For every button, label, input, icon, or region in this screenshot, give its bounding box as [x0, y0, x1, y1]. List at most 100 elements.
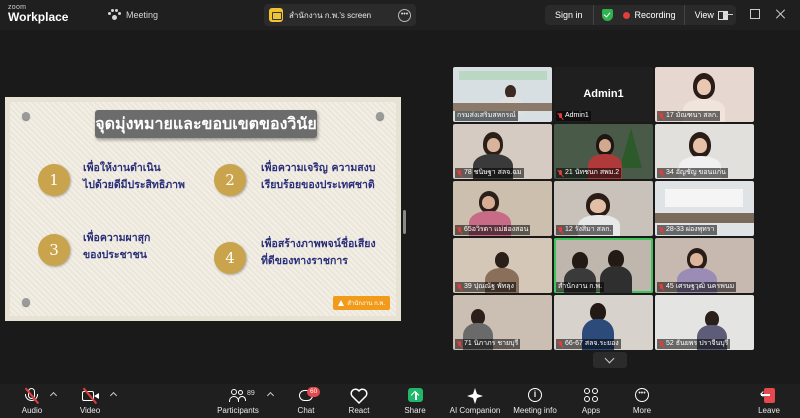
- participant-name: 39 ปุณณัฐ พัทลุง: [455, 282, 516, 292]
- video-tile[interactable]: 12 รังสิมา สลก.: [554, 181, 653, 236]
- participant-name: 21 นัทชนก สพม.2: [556, 168, 622, 178]
- maximize-icon[interactable]: [750, 9, 760, 19]
- more-options-icon[interactable]: •••: [398, 8, 411, 22]
- participant-name: 78 ชนิษฐา สลจ.ฉม: [455, 168, 524, 178]
- chat-label: Chat: [297, 406, 315, 415]
- participant-name: กรมส่งเสริมสหกรณ์: [455, 111, 518, 121]
- title-bar: zoom Workplace Meeting สำนักงาน ก.พ.'s s…: [0, 0, 800, 30]
- react-button[interactable]: React: [329, 387, 389, 415]
- pin-icon: [22, 112, 30, 120]
- participants-count: 89: [247, 390, 255, 397]
- audio-label: Audio: [21, 406, 43, 415]
- video-tile[interactable]: 52 ธันยพร ปราจีนบุรี: [655, 295, 754, 350]
- muted-mic-icon: [558, 340, 563, 348]
- participant-name: Admin1: [556, 111, 591, 121]
- video-tile[interactable]: กรมส่งเสริมสหกรณ์: [453, 67, 552, 122]
- react-label: React: [348, 406, 370, 415]
- video-tile[interactable]: 71 นิภาภร ชายบุรี: [453, 295, 552, 350]
- participant-name: 65อวิรดา แม่ฮ่องสอน: [455, 225, 531, 235]
- chat-button[interactable]: Chat: [276, 387, 336, 415]
- video-button[interactable]: Video: [60, 387, 120, 415]
- ocsc-logo-icon: [338, 300, 345, 306]
- video-tile[interactable]: 34 อัญชัญ ขอนแก่น: [655, 124, 754, 179]
- muted-mic-icon: [457, 226, 462, 234]
- video-gallery: กรมส่งเสริมสหกรณ์ Admin1 Admin1 17 มัณฑน…: [453, 67, 754, 351]
- recording-indicator[interactable]: Recording: [635, 5, 685, 25]
- video-tile[interactable]: 78 ชนิษฐา สลจ.ฉม: [453, 124, 552, 179]
- video-tile[interactable]: 21 นัทชนก สพม.2: [554, 124, 653, 179]
- muted-mic-icon: [457, 340, 462, 348]
- video-tile[interactable]: 66-67 สลจ.ระยอง: [554, 295, 653, 350]
- muted-mic-icon: [659, 169, 664, 177]
- leave-door-icon: [759, 387, 779, 405]
- muted-mic-icon: [558, 169, 563, 177]
- more-dots-icon: •••: [632, 387, 652, 405]
- sparkle-icon: [465, 387, 485, 405]
- recording-dot-icon: [622, 11, 630, 19]
- participant-name: 34 อัญชัญ ขอนแก่น: [657, 168, 728, 178]
- video-tile[interactable]: 17 มัณฑนา สลก.: [655, 67, 754, 122]
- muted-mic-icon: [659, 340, 664, 348]
- heart-icon: [349, 387, 369, 405]
- shared-screen: จุดมุ่งหมายและขอบเขตของวินัย 1 เพื่อให้ง…: [5, 97, 401, 321]
- screen-share-tab[interactable]: สำนักงาน ก.พ.'s screen •••: [264, 4, 416, 26]
- minimize-icon[interactable]: [724, 9, 734, 19]
- meeting-tab[interactable]: Meeting: [108, 9, 158, 21]
- video-tile[interactable]: 28-33 ผ่องพุทรา: [655, 181, 754, 236]
- close-icon[interactable]: [776, 9, 786, 19]
- video-tile[interactable]: 65อวิรดา แม่ฮ่องสอน: [453, 181, 552, 236]
- muted-mic-icon: [457, 283, 462, 291]
- video-tile[interactable]: 45 เศรษฐวุฒิ นครพนม: [655, 238, 754, 293]
- goal-text: เพื่อความผาสุก ของประชาชน: [83, 232, 151, 261]
- muted-mic-icon: [659, 112, 664, 120]
- paw-icon: [108, 9, 121, 21]
- zoom-workplace-logo: zoom Workplace: [8, 4, 68, 23]
- view-button[interactable]: View: [685, 10, 718, 20]
- goal-text: เพื่อสร้างภาพพจน์ชื่อเสียง ที่ดีของทางราช…: [261, 238, 376, 267]
- muted-mic-icon: [558, 226, 563, 234]
- ai-companion-label: AI Companion: [449, 406, 501, 415]
- goal-number: 3: [38, 234, 70, 266]
- video-label: Video: [79, 406, 101, 415]
- encryption-shield-icon[interactable]: [601, 9, 613, 21]
- video-tile[interactable]: Admin1 Admin1: [554, 67, 653, 122]
- goal-text: เพื่อความเจริญ ความสงบ เรียบร้อยของประเทศ…: [261, 162, 376, 191]
- screen-share-label: สำนักงาน ก.พ.'s screen: [289, 10, 372, 20]
- meeting-toolbar: Audio Video Participants 89 Chat 60 Reac…: [0, 384, 800, 418]
- apps-icon: [581, 387, 601, 405]
- logo-bottom-text: Workplace: [8, 10, 69, 24]
- participant-name: 28-33 ผ่องพุทรา: [657, 225, 717, 235]
- goal-number: 2: [214, 164, 246, 196]
- ai-companion-button[interactable]: AI Companion: [445, 387, 505, 415]
- slide-title: จุดมุ่งหมายและขอบเขตของวินัย: [95, 110, 317, 138]
- panel-resize-handle[interactable]: [403, 210, 406, 234]
- participant-name: 45 เศรษฐวุฒิ นครพนม: [657, 282, 737, 292]
- zoom-meeting-window: zoom Workplace Meeting สำนักงาน ก.พ.'s s…: [0, 0, 800, 418]
- room-wall: [665, 189, 743, 207]
- sign-in-button[interactable]: Sign in: [545, 5, 594, 25]
- participants-button[interactable]: Participants: [208, 387, 268, 415]
- video-tile[interactable]: 39 ปุณณัฐ พัทลุง: [453, 238, 552, 293]
- video-tile-active-speaker[interactable]: สำนักงาน ก.พ.: [554, 238, 653, 293]
- participant-name: 71 นิภาภร ชายบุรี: [455, 339, 521, 349]
- more-button[interactable]: ••• More: [612, 387, 672, 415]
- share-screen-icon: [405, 387, 425, 405]
- chat-unread-badge: 60: [307, 387, 321, 397]
- share-button[interactable]: Share: [385, 387, 445, 415]
- muted-microphone-icon: [22, 387, 42, 405]
- participant-name: สำนักงาน ก.พ.: [556, 282, 605, 292]
- meeting-info-button[interactable]: i Meeting info: [505, 387, 565, 415]
- leave-label: Leave: [758, 406, 780, 415]
- gallery-next-page-button[interactable]: [593, 352, 627, 368]
- participants-options-chevron-icon[interactable]: [266, 391, 275, 400]
- admin-placeholder-name: Admin1: [583, 88, 624, 100]
- video-off-camera-icon: [80, 387, 100, 405]
- muted-mic-icon: [558, 112, 563, 120]
- participants-label: Participants: [217, 406, 259, 415]
- muted-mic-icon: [659, 226, 664, 234]
- leave-button[interactable]: Leave: [739, 387, 799, 415]
- pin-icon: [22, 298, 30, 306]
- participant-name: 12 รังสิมา สลก.: [556, 225, 614, 235]
- info-icon: i: [525, 387, 545, 405]
- room-table: [655, 213, 754, 223]
